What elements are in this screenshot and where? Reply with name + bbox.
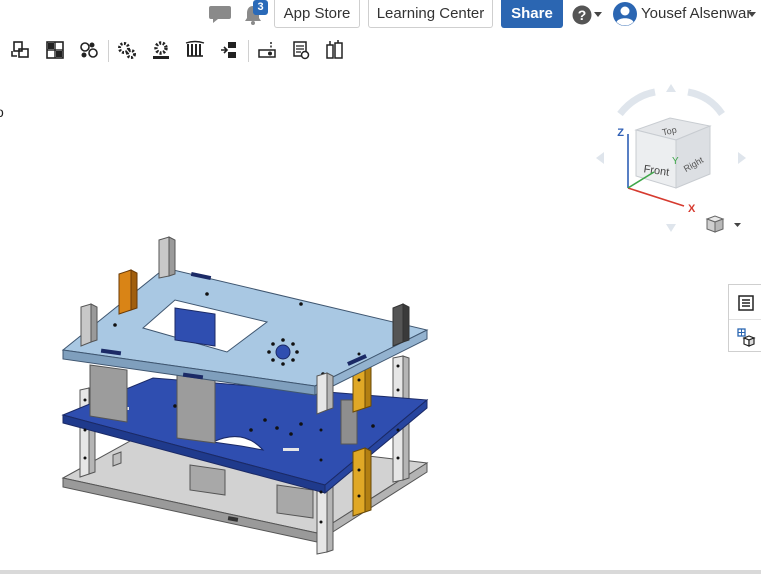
mate-features-button[interactable]	[729, 319, 761, 353]
user-name[interactable]: Yousef Alsenwar	[641, 5, 751, 22]
slot-tool[interactable]	[254, 36, 280, 64]
pattern-icon	[293, 41, 310, 60]
axis-y-label: Y	[672, 156, 679, 167]
replicate-icon	[221, 42, 236, 58]
rotate-east-arrow-icon[interactable]	[738, 152, 746, 164]
linked-parts-tool[interactable]	[76, 36, 102, 64]
gear-mate-tool[interactable]	[148, 36, 174, 64]
rotate-up-arrow-icon[interactable]	[666, 84, 676, 92]
learning-center-button[interactable]: Learning Center	[368, 0, 493, 28]
axis-x-label: X	[688, 203, 696, 215]
rack-tool[interactable]	[182, 36, 208, 64]
axis-z-label: Z	[617, 127, 624, 139]
instances-list-icon	[737, 294, 754, 311]
app-store-button[interactable]: App Store	[274, 0, 360, 28]
rotate-west-arrow-icon[interactable]	[596, 152, 604, 164]
pattern-tool[interactable]	[288, 36, 314, 64]
rotate-down-arrow-icon[interactable]	[666, 224, 676, 232]
insert-icon	[11, 41, 29, 58]
svg-text:?: ?	[578, 7, 587, 23]
explode-tool[interactable]	[322, 36, 348, 64]
gear-mate-icon	[153, 41, 169, 59]
assembly-toolbar	[0, 36, 360, 66]
right-panel-toggles	[728, 284, 761, 352]
cube-shading-icon	[705, 215, 725, 233]
view-options-chevron-down-icon	[734, 223, 741, 227]
explode-icon	[326, 40, 343, 59]
insert-tool[interactable]	[8, 36, 34, 64]
gears-tool[interactable]	[114, 36, 140, 64]
viewport-bottom-border	[0, 570, 761, 574]
top-bar: 3 App Store Learning Center Share ? Yous…	[0, 0, 761, 30]
assembly-3d-model[interactable]	[55, 230, 435, 565]
gears-icon	[118, 42, 136, 59]
notification-badge: 3	[253, 0, 268, 15]
avatar-icon[interactable]	[613, 2, 637, 26]
assembly-grid-tool[interactable]	[42, 36, 68, 64]
toolbar-divider	[108, 40, 109, 62]
assembly-grid-icon	[46, 41, 64, 59]
replicate-tool[interactable]	[216, 36, 242, 64]
mate-features-icon	[736, 327, 756, 347]
cropped-glyph: o	[0, 104, 4, 120]
instances-list-button[interactable]	[729, 286, 761, 319]
help-icon[interactable]: ?	[572, 5, 592, 25]
rotate-left-arrow-icon[interactable]	[617, 88, 656, 117]
user-chevron-down-icon[interactable]	[748, 12, 756, 17]
toolbar-divider	[248, 40, 249, 62]
linked-parts-icon	[80, 42, 98, 58]
slot-icon	[258, 42, 276, 58]
orientation-cube[interactable]: Top Front Right	[634, 117, 712, 189]
view-options-menu[interactable]	[704, 213, 746, 235]
rack-icon	[185, 40, 205, 57]
chat-icon[interactable]	[208, 3, 232, 25]
share-button[interactable]: Share	[501, 0, 563, 28]
rotate-right-arrow-icon[interactable]	[687, 88, 725, 117]
help-chevron-down-icon[interactable]	[594, 12, 602, 17]
